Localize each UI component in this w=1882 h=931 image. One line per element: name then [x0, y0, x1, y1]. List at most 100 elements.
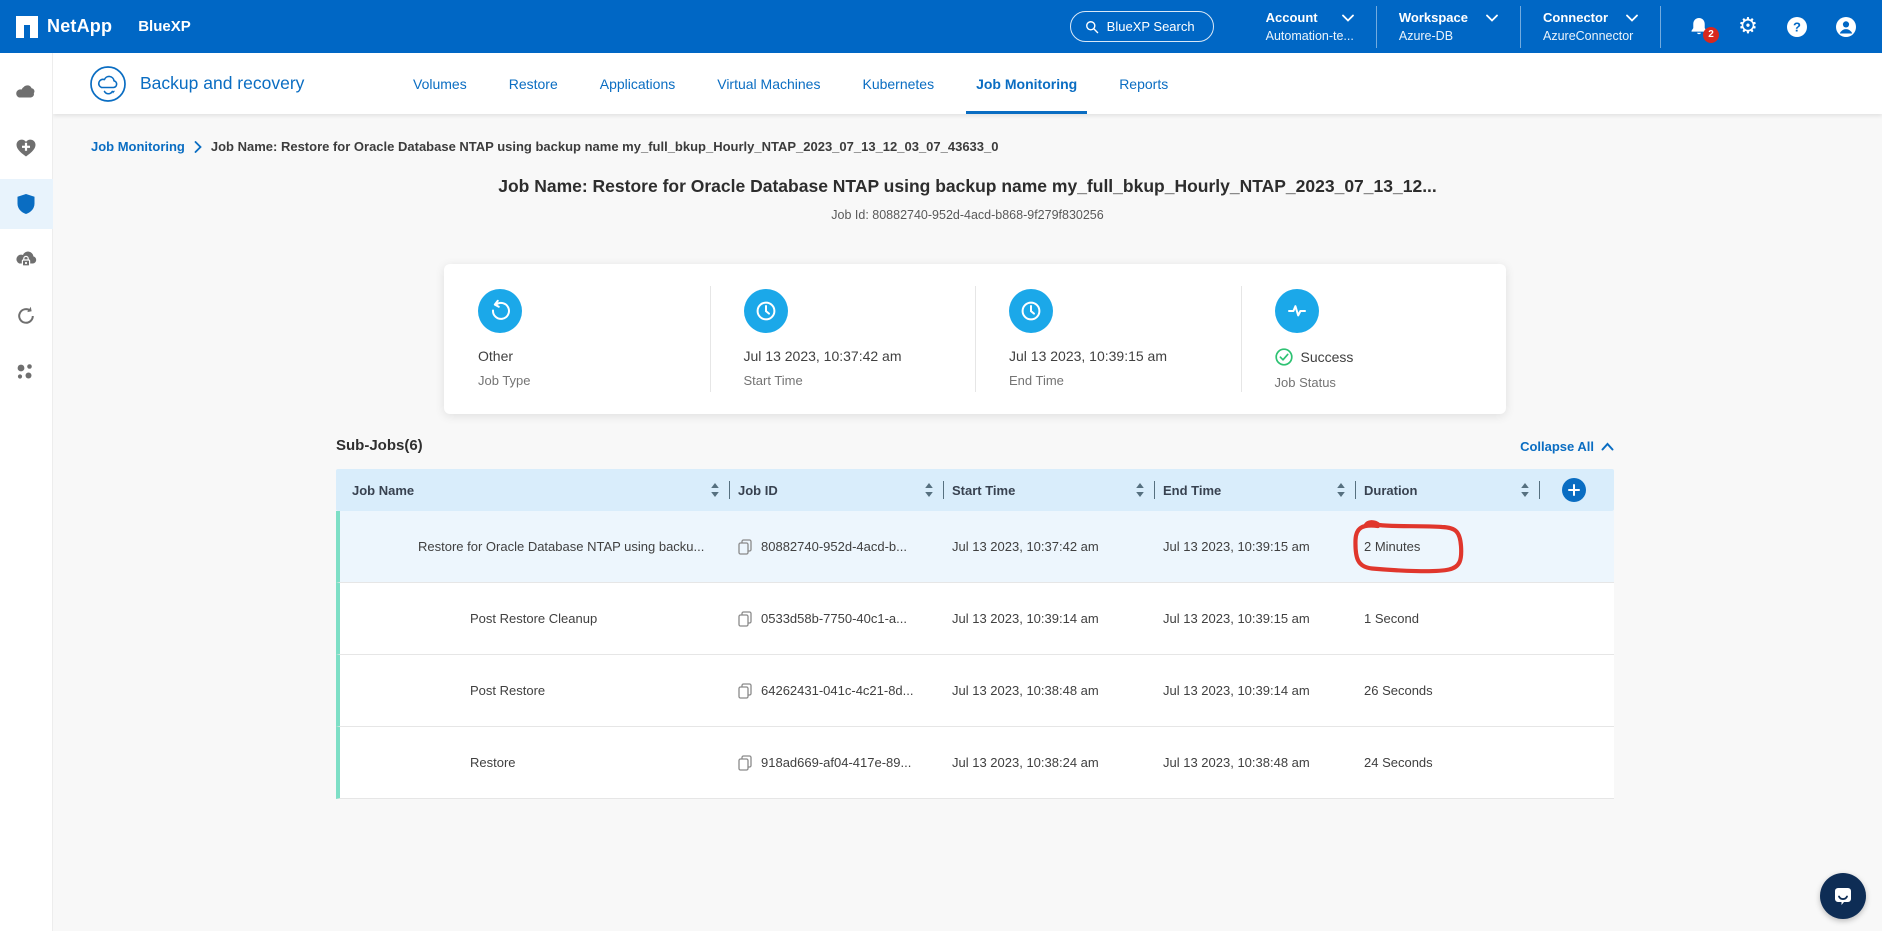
row-job-id: 0533d58b-7750-40c1-a...	[730, 611, 944, 627]
summary-job-status: Success Job Status	[1241, 264, 1507, 414]
account-menu[interactable]: Account Automation-te...	[1244, 10, 1376, 43]
row-duration: 1 Second	[1356, 611, 1540, 626]
sort-icon[interactable]	[1520, 482, 1530, 498]
copy-icon[interactable]	[738, 611, 752, 627]
sync-icon	[15, 305, 37, 327]
job-type-label: Job Type	[478, 373, 710, 388]
connector-menu[interactable]: Connector AzureConnector	[1521, 10, 1660, 43]
tab-applications[interactable]: Applications	[590, 53, 686, 114]
row-job-id: 64262431-041c-4c21-8d...	[730, 683, 944, 699]
subjobs-title: Sub-Jobs(6)	[336, 437, 423, 454]
row-start-time: Jul 13 2023, 10:37:42 am	[944, 539, 1155, 554]
notifications-button[interactable]: 2	[1687, 15, 1711, 39]
column-end-time[interactable]: End Time	[1155, 469, 1356, 511]
clock-icon	[1019, 299, 1043, 323]
copy-icon[interactable]	[738, 683, 752, 699]
row-duration: 2 Minutes	[1356, 539, 1540, 554]
svg-text:?: ?	[1793, 19, 1801, 34]
settings-button[interactable]: ⚙	[1736, 15, 1760, 39]
chevron-down-icon	[1342, 14, 1354, 22]
sidebar-item-sync[interactable]	[0, 291, 53, 341]
tab-volumes[interactable]: Volumes	[403, 53, 477, 114]
job-type-value: Other	[478, 348, 710, 364]
sort-icon[interactable]	[710, 482, 720, 498]
sidebar-item-cloud-security[interactable]	[0, 235, 53, 285]
sort-icon[interactable]	[1135, 482, 1145, 498]
row-start-time: Jul 13 2023, 10:39:14 am	[944, 611, 1155, 626]
add-column-button[interactable]	[1562, 478, 1586, 502]
copy-icon[interactable]	[738, 755, 752, 771]
summary-start-time: Jul 13 2023, 10:37:42 am Start Time	[710, 264, 976, 414]
chat-button[interactable]	[1820, 873, 1866, 919]
netapp-logo-icon	[16, 16, 38, 38]
bluexp-search[interactable]: BlueXP Search	[1070, 11, 1214, 42]
table-row[interactable]: Restore 918ad669-af04-417e-89... Jul 13 …	[336, 727, 1614, 799]
user-menu-button[interactable]	[1834, 15, 1858, 39]
table-row[interactable]: Post Restore Cleanup 0533d58b-7750-40c1-…	[336, 583, 1614, 655]
help-button[interactable]: ?	[1785, 15, 1809, 39]
success-check-icon	[1275, 348, 1293, 366]
job-status-label: Job Status	[1275, 375, 1507, 390]
collapse-all-button[interactable]: Collapse All	[1520, 439, 1614, 454]
breadcrumb: Job Monitoring Job Name: Restore for Ora…	[91, 139, 998, 154]
row-job-name: Restore for Oracle Database NTAP using b…	[340, 539, 730, 554]
service-title[interactable]: Backup and recovery	[89, 65, 304, 103]
sort-icon[interactable]	[924, 482, 934, 498]
chevron-up-icon	[1601, 442, 1614, 451]
brand-name: NetApp	[47, 16, 112, 37]
row-end-time: Jul 13 2023, 10:38:48 am	[1155, 755, 1356, 770]
end-time-label: End Time	[1009, 373, 1241, 388]
column-duration[interactable]: Duration	[1356, 469, 1540, 511]
row-end-time: Jul 13 2023, 10:39:15 am	[1155, 539, 1356, 554]
job-id: Job Id: 80882740-952d-4acd-b868-9f279f83…	[53, 208, 1882, 222]
sidebar-item-resources[interactable]	[0, 347, 53, 397]
workspace-menu[interactable]: Workspace Azure-DB	[1377, 10, 1520, 43]
row-end-time: Jul 13 2023, 10:39:14 am	[1155, 683, 1356, 698]
chat-bubble-icon	[1831, 884, 1855, 908]
tab-job-monitoring[interactable]: Job Monitoring	[966, 53, 1087, 114]
sidebar-item-clouds[interactable]	[0, 67, 53, 117]
chevron-down-icon	[1486, 14, 1498, 22]
tab-virtual-machines[interactable]: Virtual Machines	[707, 53, 830, 114]
netapp-logo[interactable]: NetApp	[16, 16, 112, 38]
column-add	[1540, 469, 1614, 511]
user-icon	[1835, 16, 1857, 38]
account-menu-label: Account	[1266, 10, 1318, 25]
chevron-down-icon	[1626, 14, 1638, 22]
plus-icon	[1568, 484, 1580, 496]
job-status-value: Success	[1301, 349, 1354, 365]
service-title-label: Backup and recovery	[140, 73, 304, 94]
row-start-time: Jul 13 2023, 10:38:24 am	[944, 755, 1155, 770]
end-time-value: Jul 13 2023, 10:39:15 am	[1009, 348, 1241, 364]
breadcrumb-job-monitoring[interactable]: Job Monitoring	[91, 139, 185, 154]
table-header: Job Name Job ID Start Time End Time	[336, 469, 1614, 511]
sidebar-item-health[interactable]	[0, 123, 53, 173]
row-end-time: Jul 13 2023, 10:39:15 am	[1155, 611, 1356, 626]
sidebar-item-protection[interactable]	[0, 179, 53, 229]
row-duration: 26 Seconds	[1356, 683, 1540, 698]
clock-icon	[754, 299, 778, 323]
top-header: NetApp BlueXP BlueXP Search Account Auto…	[0, 0, 1882, 53]
table-row[interactable]: Post Restore 64262431-041c-4c21-8d... Ju…	[336, 655, 1614, 727]
search-label: BlueXP Search	[1107, 19, 1195, 34]
summary-end-time: Jul 13 2023, 10:39:15 am End Time	[975, 264, 1241, 414]
clouds-icon	[14, 82, 38, 102]
cloud-lock-icon	[14, 249, 38, 271]
account-menu-value: Automation-te...	[1266, 29, 1354, 43]
copy-icon[interactable]	[738, 539, 752, 555]
tab-kubernetes[interactable]: Kubernetes	[852, 53, 944, 114]
table-row[interactable]: Restore for Oracle Database NTAP using b…	[336, 511, 1614, 583]
left-sidebar	[0, 53, 53, 931]
tab-restore[interactable]: Restore	[499, 53, 568, 114]
row-job-name: Post Restore Cleanup	[340, 611, 730, 626]
backup-recovery-icon	[89, 65, 127, 103]
start-time-value: Jul 13 2023, 10:37:42 am	[744, 348, 976, 364]
search-icon	[1085, 20, 1099, 34]
breadcrumb-current: Job Name: Restore for Oracle Database NT…	[211, 139, 999, 154]
sort-icon[interactable]	[1336, 482, 1346, 498]
tab-reports[interactable]: Reports	[1109, 53, 1178, 114]
column-job-id[interactable]: Job ID	[730, 469, 944, 511]
column-job-name[interactable]: Job Name	[336, 469, 730, 511]
chevron-right-icon	[194, 141, 202, 153]
column-start-time[interactable]: Start Time	[944, 469, 1155, 511]
